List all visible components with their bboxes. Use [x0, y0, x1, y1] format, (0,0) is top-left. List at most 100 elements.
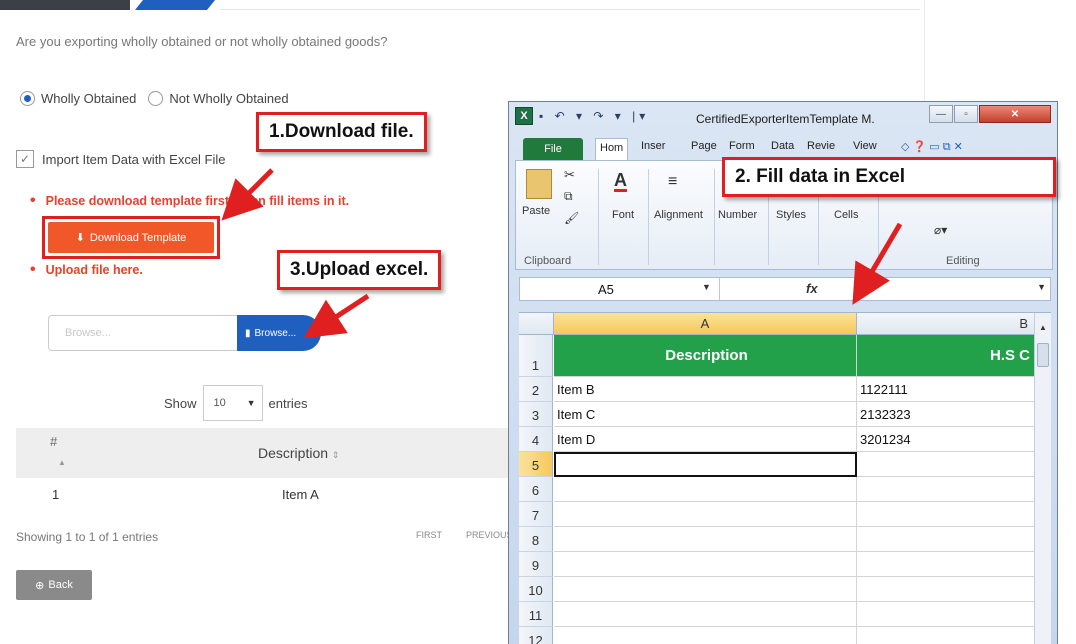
row-header[interactable]: 4: [519, 427, 553, 452]
pager-previous[interactable]: PREVIOUS: [466, 530, 513, 540]
radio-not-wholly-obtained[interactable]: [148, 91, 164, 106]
column-header-number[interactable]: #: [50, 434, 57, 449]
download-template-button[interactable]: ⬇ Download Template: [48, 222, 214, 253]
empty-cell[interactable]: [857, 627, 1051, 644]
cells-button[interactable]: Cells: [834, 209, 858, 221]
radio-not-wholly-label: Not Wholly Obtained: [169, 91, 289, 106]
clear-icon[interactable]: ⌀▾: [934, 223, 947, 237]
row-header[interactable]: 10: [519, 577, 553, 602]
empty-cell[interactable]: [857, 477, 1051, 502]
styles-button[interactable]: Styles: [776, 209, 806, 221]
help-icon[interactable]: ◇ ❓ ▭ ⧉ ✕: [901, 140, 963, 154]
callout-fill: 2. Fill data in Excel: [722, 157, 1056, 197]
cell-b1[interactable]: H.S C: [857, 335, 1051, 377]
download-icon: ⬇: [75, 232, 85, 244]
row-header[interactable]: 1: [519, 335, 553, 377]
minimize-icon[interactable]: —: [929, 105, 953, 123]
empty-cell[interactable]: [554, 502, 857, 527]
namebox-dropdown-icon[interactable]: ▼: [702, 282, 711, 292]
maximize-icon[interactable]: ▫: [954, 105, 978, 123]
cell-b4[interactable]: 3201234: [857, 427, 1051, 452]
empty-cell[interactable]: [857, 527, 1051, 552]
tab-home[interactable]: Hom: [595, 138, 629, 160]
empty-cell[interactable]: [857, 602, 1051, 627]
tab-file[interactable]: File: [523, 138, 583, 160]
select-all-corner[interactable]: [519, 313, 554, 335]
cell-a1[interactable]: Description: [554, 335, 857, 377]
cell-a4[interactable]: Item D: [554, 427, 857, 452]
download-instruction-text: Please download template first. Then fil…: [45, 194, 350, 208]
close-icon[interactable]: ✕: [979, 105, 1051, 123]
empty-cell[interactable]: [857, 577, 1051, 602]
column-header-description-label: Description: [258, 445, 329, 461]
number-button[interactable]: Number: [718, 209, 757, 221]
tab-data[interactable]: Data: [771, 140, 794, 152]
tab-formulas[interactable]: Form: [729, 140, 755, 152]
row-header-selected[interactable]: 5: [519, 452, 553, 477]
row-header[interactable]: 7: [519, 502, 553, 527]
pager-first[interactable]: FIRST: [416, 530, 442, 540]
row-header[interactable]: 2: [519, 377, 553, 402]
back-button[interactable]: ⊕ Back: [16, 570, 92, 600]
tab-step-dark[interactable]: [0, 0, 130, 10]
empty-cell[interactable]: [554, 577, 857, 602]
radio-selected-dot: [24, 95, 31, 102]
tab-review[interactable]: Revie: [807, 140, 835, 152]
show-label: Show: [164, 395, 197, 411]
copy-icon[interactable]: ⧉: [564, 189, 573, 204]
divider: [648, 169, 649, 265]
table-info: Showing 1 to 1 of 1 entries: [16, 530, 159, 544]
font-button[interactable]: Font: [612, 209, 634, 221]
vertical-scrollbar[interactable]: ▲: [1034, 313, 1051, 644]
name-box[interactable]: A5: [520, 278, 720, 300]
tab-step-active[interactable]: [135, 0, 215, 10]
browse-button-label: Browse...: [254, 327, 297, 339]
cell-b5[interactable]: [857, 452, 1051, 477]
row-header[interactable]: 8: [519, 527, 553, 552]
font-color-icon[interactable]: A: [614, 171, 627, 192]
bullet-icon: •: [30, 261, 36, 278]
scroll-up-icon[interactable]: ▲: [1035, 313, 1051, 335]
row-header[interactable]: 9: [519, 552, 553, 577]
cell-a5-active[interactable]: [554, 452, 857, 477]
row-header[interactable]: 12: [519, 627, 553, 644]
empty-cell[interactable]: [857, 552, 1051, 577]
function-icon[interactable]: fx: [806, 281, 818, 296]
arrow-to-browse: [303, 293, 370, 339]
empty-cell[interactable]: [857, 502, 1051, 527]
scroll-thumb[interactable]: [1037, 343, 1049, 367]
empty-cell[interactable]: [554, 477, 857, 502]
row-header[interactable]: 3: [519, 402, 553, 427]
file-path-input[interactable]: Browse...: [48, 315, 238, 351]
quick-access-toolbar[interactable]: ▪ ↶ ▾ ↷ ▾ |▾: [539, 109, 649, 123]
align-icon[interactable]: ≡: [668, 173, 677, 191]
cell-b2[interactable]: 1122111: [857, 377, 1051, 402]
entries-select[interactable]: 10 ▼: [202, 385, 263, 421]
paste-icon[interactable]: [526, 169, 552, 199]
paste-button[interactable]: Paste: [522, 205, 550, 217]
radio-wholly-obtained[interactable]: [20, 91, 35, 106]
cell-a3[interactable]: Item C: [554, 402, 857, 427]
tab-insert[interactable]: Inser: [641, 140, 665, 152]
cell-a2[interactable]: Item B: [554, 377, 857, 402]
alignment-button[interactable]: Alignment: [654, 209, 703, 221]
format-painter-icon[interactable]: 🖌: [564, 211, 579, 225]
empty-cell[interactable]: [554, 627, 857, 644]
empty-cell[interactable]: [554, 602, 857, 627]
cut-icon[interactable]: ✂: [564, 167, 575, 183]
tab-page[interactable]: Page: [691, 140, 717, 152]
row-header[interactable]: 11: [519, 602, 553, 627]
download-highlight: ⬇ Download Template: [42, 216, 220, 259]
column-header-b[interactable]: B: [857, 313, 1051, 335]
cell-b3[interactable]: 2132323: [857, 402, 1051, 427]
column-header-description[interactable]: Description ⇕: [258, 445, 339, 461]
empty-cell[interactable]: [554, 527, 857, 552]
excel-titlebar: X ▪ ↶ ▾ ↷ ▾ |▾ CertifiedExporterItemTemp…: [509, 102, 1057, 132]
column-header-a[interactable]: A: [554, 313, 857, 335]
import-checkbox[interactable]: ✓: [16, 150, 34, 168]
formula-expand-icon[interactable]: ▼: [1037, 282, 1046, 292]
tab-view[interactable]: View: [853, 140, 877, 152]
empty-cell[interactable]: [554, 552, 857, 577]
row-header[interactable]: 6: [519, 477, 553, 502]
browse-button[interactable]: ▮ Browse...: [237, 315, 321, 351]
